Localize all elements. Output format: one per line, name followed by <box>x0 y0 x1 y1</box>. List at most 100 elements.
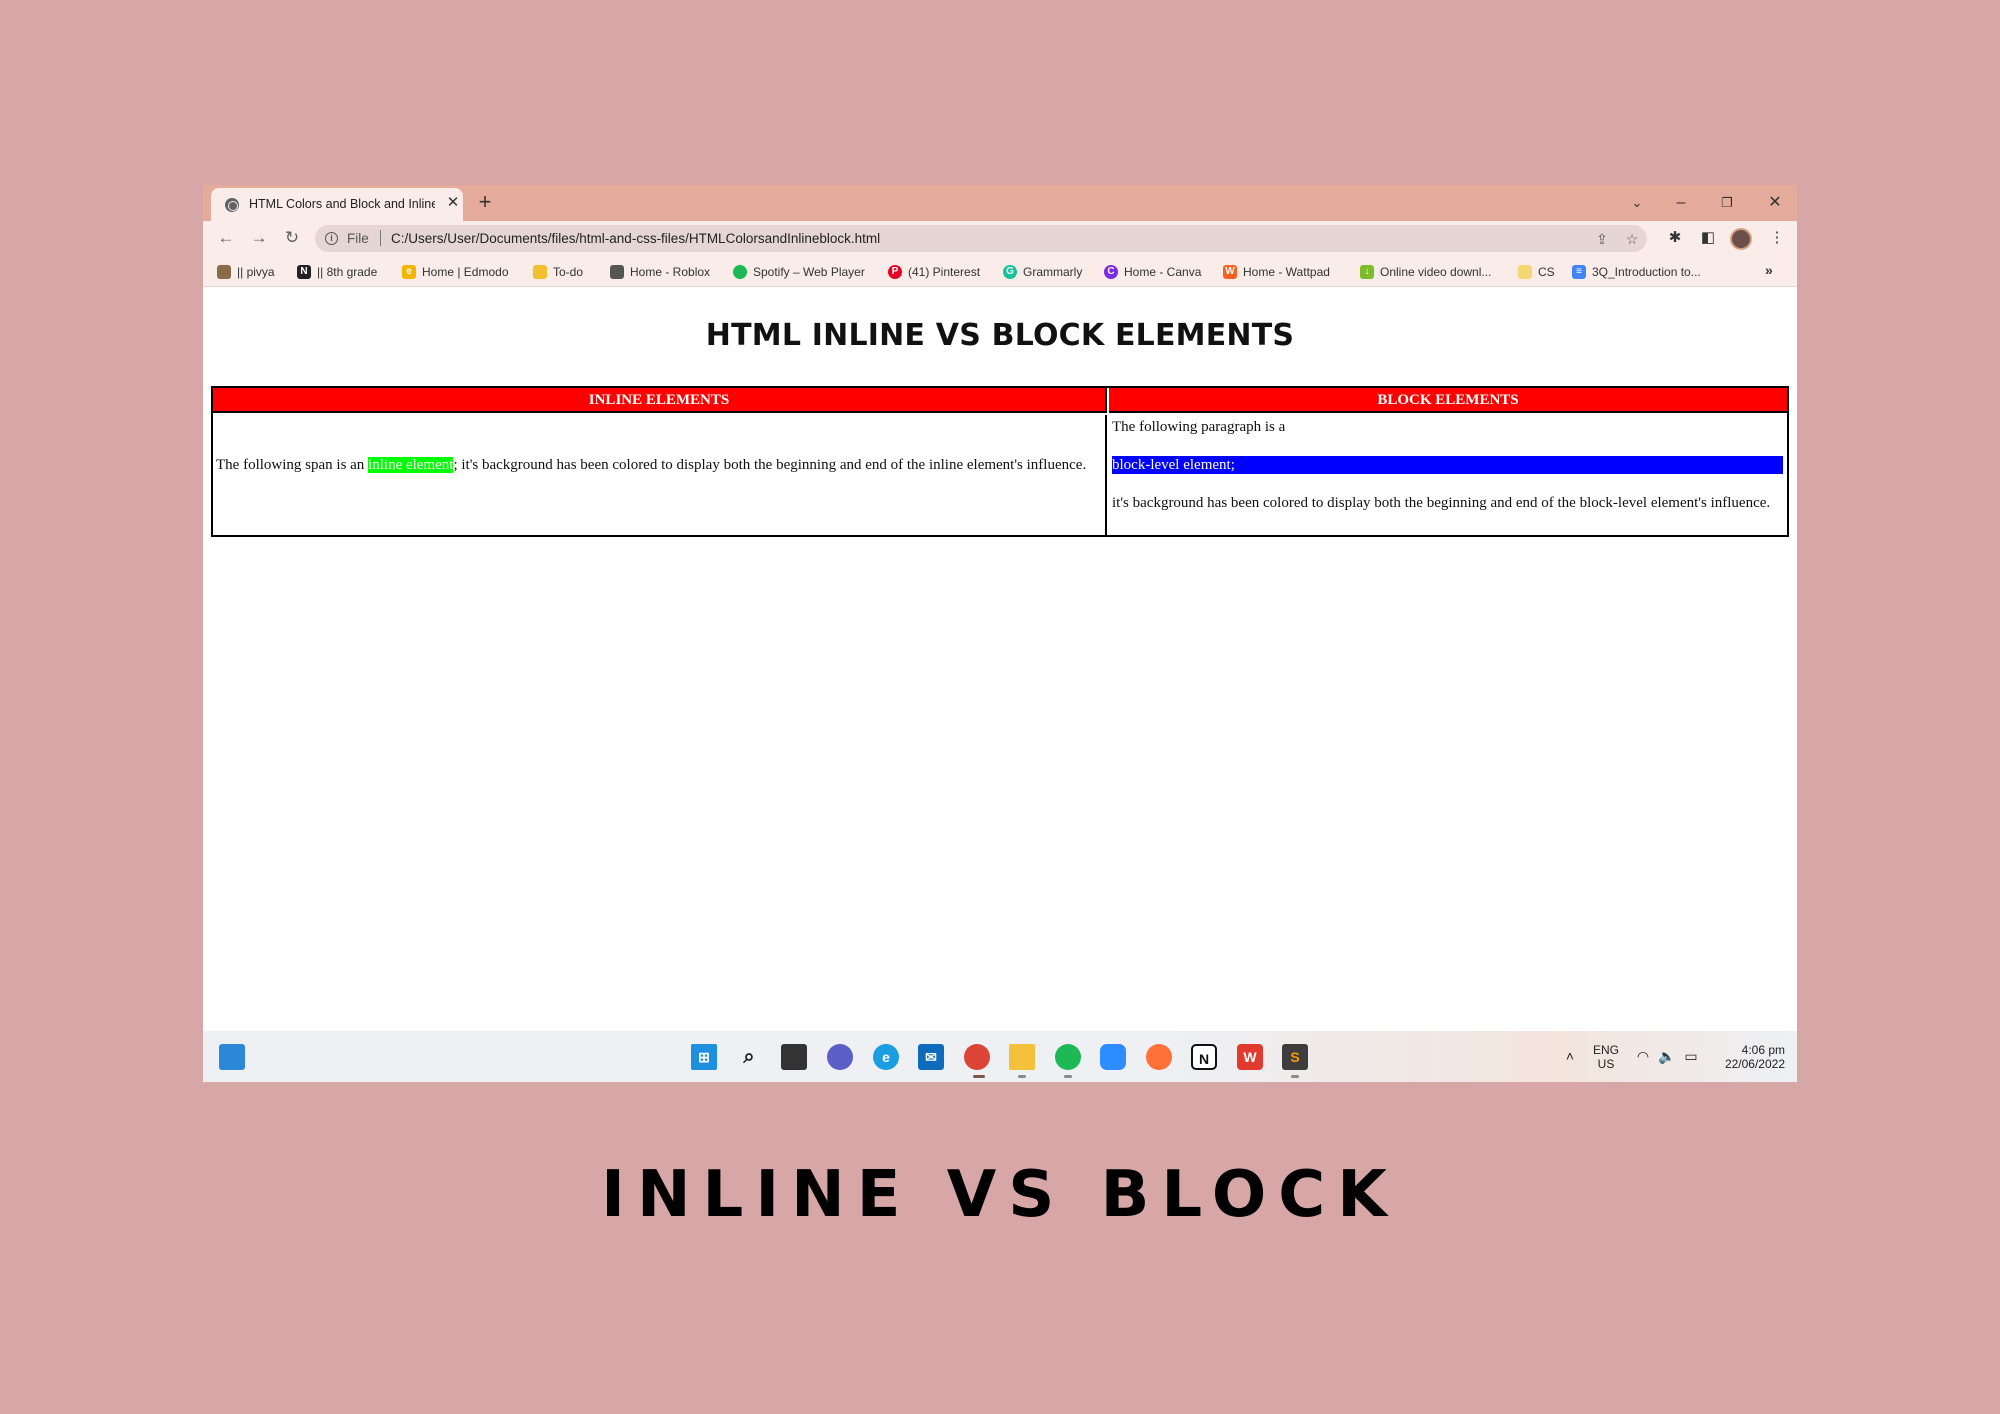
search-icon[interactable]: ⌕ <box>736 1044 762 1070</box>
widgets-icon[interactable] <box>219 1044 245 1070</box>
zoom-icon[interactable] <box>1100 1044 1126 1070</box>
todo-icon <box>533 265 547 279</box>
menu-icon[interactable]: ⋮ <box>1767 228 1787 248</box>
sublime-text-icon[interactable]: S <box>1282 1044 1308 1070</box>
region-code: US <box>1597 1057 1615 1071</box>
inline-text-after: ; it's background has been colored to di… <box>453 457 1087 473</box>
divider <box>380 230 381 246</box>
bookmark-item[interactable]: W Home - Wattpad <box>1223 263 1330 281</box>
spotify-icon[interactable] <box>1055 1044 1081 1070</box>
start-icon[interactable]: ⊞ <box>691 1044 717 1070</box>
bookmark-label: Spotify – Web Player <box>753 265 865 279</box>
volume-icon[interactable]: 🔈 <box>1658 1047 1676 1065</box>
bookmark-label: (41) Pinterest <box>908 265 981 279</box>
slide-caption: INLINE VS BLOCK <box>601 1158 1399 1232</box>
close-tab-icon[interactable]: ✕ <box>444 194 462 212</box>
time: 4:06 pm <box>1741 1043 1785 1057</box>
active-indicator <box>973 1075 985 1078</box>
web-page: HTML INLINE VS BLOCK ELEMENTS INLINE ELE… <box>203 288 1797 1031</box>
mail-icon[interactable]: ✉ <box>918 1044 944 1070</box>
bookmark-item[interactable]: CS <box>1518 263 1555 281</box>
star-icon[interactable]: ☆ <box>1622 229 1642 249</box>
firefox-icon[interactable] <box>1146 1044 1172 1070</box>
chrome-icon[interactable] <box>964 1044 990 1070</box>
bookmark-item[interactable]: ≡ 3Q_Introduction to... <box>1572 263 1701 281</box>
pinterest-icon: P <box>888 265 902 279</box>
chevron-up-icon[interactable]: ˄ <box>1561 1047 1579 1065</box>
language-indicator[interactable]: ENG US <box>1589 1043 1623 1071</box>
block-intro-text: The following paragraph is a <box>1112 419 1286 435</box>
side-panel-icon[interactable]: ◧ <box>1698 228 1718 248</box>
bookmark-item[interactable]: P (41) Pinterest <box>888 263 980 281</box>
browser-tab[interactable]: HTML Colors and Block and Inline ✕ <box>211 188 463 221</box>
info-icon[interactable]: i <box>325 232 338 245</box>
title-bar: HTML Colors and Block and Inline ✕ + ⌄ –… <box>203 185 1797 221</box>
bookmark-item[interactable]: || pivya <box>217 263 275 281</box>
tab-title: HTML Colors and Block and Inline <box>249 197 435 211</box>
browser-window: HTML Colors and Block and Inline ✕ + ⌄ –… <box>203 185 1797 1082</box>
extensions-icon[interactable]: ✱ <box>1665 228 1685 248</box>
forward-icon[interactable]: → <box>248 227 270 249</box>
bookmark-item[interactable]: Spotify – Web Player <box>733 263 865 281</box>
edmodo-icon: e <box>402 265 416 279</box>
bookmark-item[interactable]: G Grammarly <box>1003 263 1082 281</box>
bookmark-item[interactable]: ↓ Online video downl... <box>1360 263 1491 281</box>
running-indicator <box>1064 1075 1072 1078</box>
url-text[interactable]: C:/Users/User/Documents/files/html-and-c… <box>391 231 880 246</box>
reload-icon[interactable]: ↻ <box>281 227 303 249</box>
bookmarks-overflow-button[interactable]: » <box>1765 262 1773 278</box>
bookmark-item[interactable]: To-do <box>533 263 583 281</box>
bookmark-label: Grammarly <box>1023 265 1083 279</box>
wattpad-icon: W <box>1223 265 1237 279</box>
close-window-button[interactable]: ✕ <box>1765 193 1785 213</box>
bookmark-item[interactable]: e Home | Edmodo <box>402 263 509 281</box>
screenshot: HTML Colors and Block and Inline ✕ + ⌄ –… <box>0 0 2000 1414</box>
photo-icon <box>217 265 231 279</box>
bookmark-label: || 8th grade <box>317 265 378 279</box>
profile-avatar[interactable] <box>1730 228 1752 250</box>
restore-button[interactable]: ❐ <box>1717 193 1737 213</box>
bookmark-label: 3Q_Introduction to... <box>1592 265 1701 279</box>
bookmark-item[interactable]: Home - Roblox <box>610 263 710 281</box>
bookmark-item[interactable]: N || 8th grade <box>297 263 377 281</box>
inline-text-before: The following span is an <box>216 457 369 473</box>
battery-icon[interactable]: ▭ <box>1682 1047 1700 1065</box>
chat-icon[interactable] <box>827 1044 853 1070</box>
minimize-button[interactable]: – <box>1671 193 1691 213</box>
grammarly-icon: G <box>1003 265 1017 279</box>
bookmark-label: Home - Roblox <box>630 265 711 279</box>
new-tab-button[interactable]: + <box>473 191 497 215</box>
share-icon[interactable]: ⇪ <box>1592 229 1612 249</box>
block-level-paragraph: block-level element; <box>1112 456 1783 474</box>
language-code: ENG <box>1592 1043 1619 1057</box>
date: 22/06/2022 <box>1724 1057 1785 1071</box>
bookmark-label: || pivya <box>237 265 275 279</box>
bookmark-item[interactable]: C Home - Canva <box>1104 263 1201 281</box>
edge-icon[interactable]: e <box>873 1044 899 1070</box>
comparison-table: INLINE ELEMENTS BLOCK ELEMENTS The follo… <box>211 386 1789 537</box>
download-icon: ↓ <box>1360 265 1374 279</box>
wps-office-icon[interactable]: W <box>1237 1044 1263 1070</box>
inline-element-span: inline element <box>368 457 454 473</box>
roblox-icon <box>610 265 624 279</box>
inline-paragraph: The following span is an inline element;… <box>216 456 1096 475</box>
bookmark-label: To-do <box>553 265 584 279</box>
spotify-icon <box>733 265 747 279</box>
address-bar[interactable]: i File C:/Users/User/Documents/files/htm… <box>315 225 1647 252</box>
page-title: HTML INLINE VS BLOCK ELEMENTS <box>705 318 1295 353</box>
back-icon[interactable]: ← <box>215 227 237 249</box>
folder-icon <box>1518 265 1532 279</box>
wifi-icon[interactable]: ◠ <box>1634 1047 1652 1065</box>
running-indicator <box>1018 1075 1026 1078</box>
bookmark-label: Online video downl... <box>1380 265 1492 279</box>
block-description-text: it's background has been colored to disp… <box>1112 495 1771 511</box>
file-explorer-icon[interactable] <box>1009 1044 1035 1070</box>
canva-icon: C <box>1104 265 1118 279</box>
notion-icon[interactable]: N <box>1191 1044 1217 1070</box>
clock[interactable]: 4:06 pm 22/06/2022 <box>1713 1043 1785 1071</box>
bookmark-label: Home - Canva <box>1124 265 1202 279</box>
tab-search-icon[interactable]: ⌄ <box>1627 193 1647 213</box>
bookmark-label: Home | Edmodo <box>422 265 509 279</box>
windows-taskbar: ⊞ ⌕ e ✉ N W S ˄ ENG US ◠ 🔈 ▭ 4:06 pm 22/… <box>203 1031 1797 1082</box>
task-view-icon[interactable] <box>781 1044 807 1070</box>
